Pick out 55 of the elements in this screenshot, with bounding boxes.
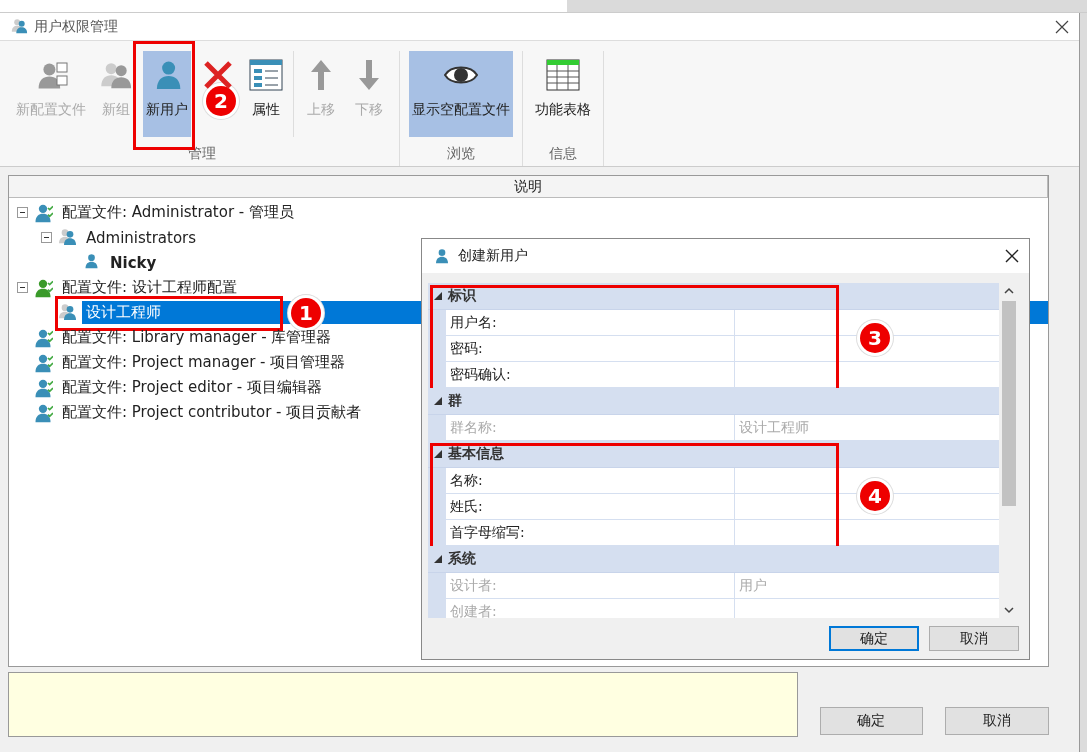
dialog-button[interactable]: 确定 [829,626,919,651]
property-label: 名称: [446,468,735,493]
tree-item[interactable]: 配置文件: Project manager - 项目管理器 [58,351,350,374]
callout-number: 2 [206,86,236,116]
dialog-title: 创建新用户 [458,247,529,265]
tree-item[interactable]: 配置文件: Library manager - 库管理器 [58,326,336,349]
group-icon [57,302,77,323]
property-value: 用户 [738,575,768,595]
column-header: 说明 [9,176,1048,198]
chevron-up-icon[interactable] [1004,287,1014,295]
property-label: 密码确认: [446,362,735,387]
collapse-triangle-icon[interactable] [434,450,442,458]
users-icon [10,17,28,36]
collapse-toggle[interactable] [17,282,28,293]
group-label: 浏览 [447,145,475,163]
section-header[interactable]: 系统 [428,546,999,573]
collapse-toggle[interactable] [41,232,52,243]
tree-item[interactable]: 配置文件: Administrator - 管理员 [58,201,299,224]
close-icon[interactable] [1005,249,1019,263]
property-label: 首字母缩写: [446,520,735,545]
callout-number: 1 [291,298,321,328]
dialog-button[interactable]: 取消 [929,626,1019,651]
collapse-triangle-icon[interactable] [434,292,442,300]
collapse-triangle-icon[interactable] [434,397,442,405]
toolbar-button[interactable]: 功能表格 [532,51,594,137]
chevron-down-icon[interactable] [1004,606,1014,614]
callout-number: 4 [860,480,890,511]
user-icon [434,247,450,265]
group-icon [57,227,77,248]
window-title: 用户权限管理 [34,17,119,36]
section-header[interactable]: 群 [428,388,999,415]
property-value: 设计工程师 [738,417,810,437]
property-label: 群名称: [446,415,735,440]
tree-item[interactable]: 配置文件: 设计工程师配置 [58,276,241,299]
toolbar-button[interactable]: 新用户 [143,51,191,137]
property-label: 用户名: [446,310,735,335]
collapse-toggle[interactable] [17,207,28,218]
dialog-button[interactable]: 确定 [819,707,924,735]
toolbar-button[interactable]: 显示空配置文件 [409,51,513,137]
collapse-triangle-icon[interactable] [434,555,442,563]
tree-item[interactable]: 配置文件: Project contributor - 项目贡献者 [58,401,366,424]
tree-item[interactable]: Administrators [82,226,201,249]
tree-item[interactable]: Nicky [106,251,161,274]
callout-number: 3 [860,322,890,353]
property-label: 创建者: [446,599,735,618]
list-window-icon [248,57,284,93]
close-icon[interactable] [1055,19,1069,34]
property-label: 设计者: [446,573,735,598]
group-label: 信息 [549,145,577,163]
tree-item[interactable]: 配置文件: Project editor - 项目编辑器 [58,376,326,399]
property-label: 密码: [446,336,735,361]
property-label: 姓氏: [446,494,735,519]
table-icon [545,57,581,93]
dialog-button[interactable]: 取消 [945,707,1049,735]
toolbar-button[interactable]: 属性 [245,51,287,137]
